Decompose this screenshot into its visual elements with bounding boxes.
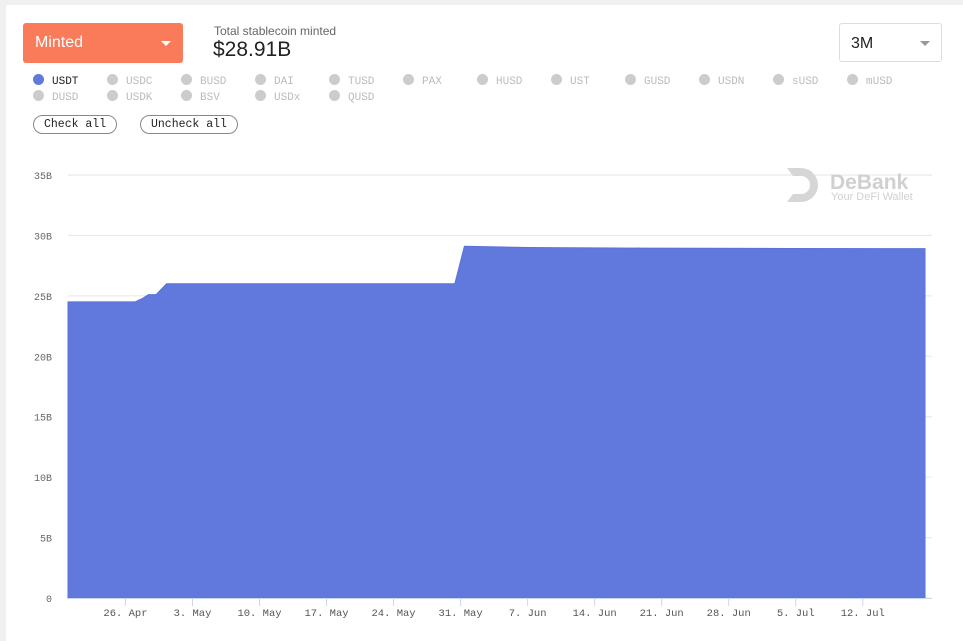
y-tick-label: 30B <box>34 232 52 243</box>
watermark-tagline: Your DeFi Wallet <box>831 191 913 203</box>
x-tick-label: 7. Jun <box>509 608 547 620</box>
minted-area-chart: DeBank Your DeFi Wallet 0 5B 10B 15B 20B 25B 3… <box>34 168 932 620</box>
debank-logo-icon <box>787 168 818 202</box>
debank-watermark: DeBank Your DeFi Wallet <box>787 168 913 203</box>
y-tick-label: 0 <box>46 595 52 606</box>
y-tick-label: 5B <box>40 535 52 546</box>
x-tick-label: 24. May <box>372 608 416 620</box>
y-tick-label: 15B <box>34 414 52 425</box>
x-tick-label: 21. Jun <box>640 608 684 620</box>
x-tick-label: 5. Jul <box>777 608 815 620</box>
x-tick-label: 10. May <box>237 608 281 620</box>
series-area-usdt <box>67 245 926 599</box>
x-tick-label: 31. May <box>439 608 483 620</box>
x-tick-label: 3. May <box>174 608 212 620</box>
x-tick-label: 17. May <box>304 608 348 620</box>
x-tick-label: 14. Jun <box>573 608 617 620</box>
x-tick-label: 28. Jun <box>707 608 751 620</box>
x-tick-label: 12. Jul <box>841 608 885 620</box>
y-tick-label: 10B <box>34 474 52 485</box>
y-tick-label: 25B <box>34 293 52 304</box>
y-tick-label: 20B <box>34 353 52 364</box>
y-tick-label: 35B <box>34 172 52 183</box>
x-tick-label: 26. Apr <box>103 608 147 620</box>
